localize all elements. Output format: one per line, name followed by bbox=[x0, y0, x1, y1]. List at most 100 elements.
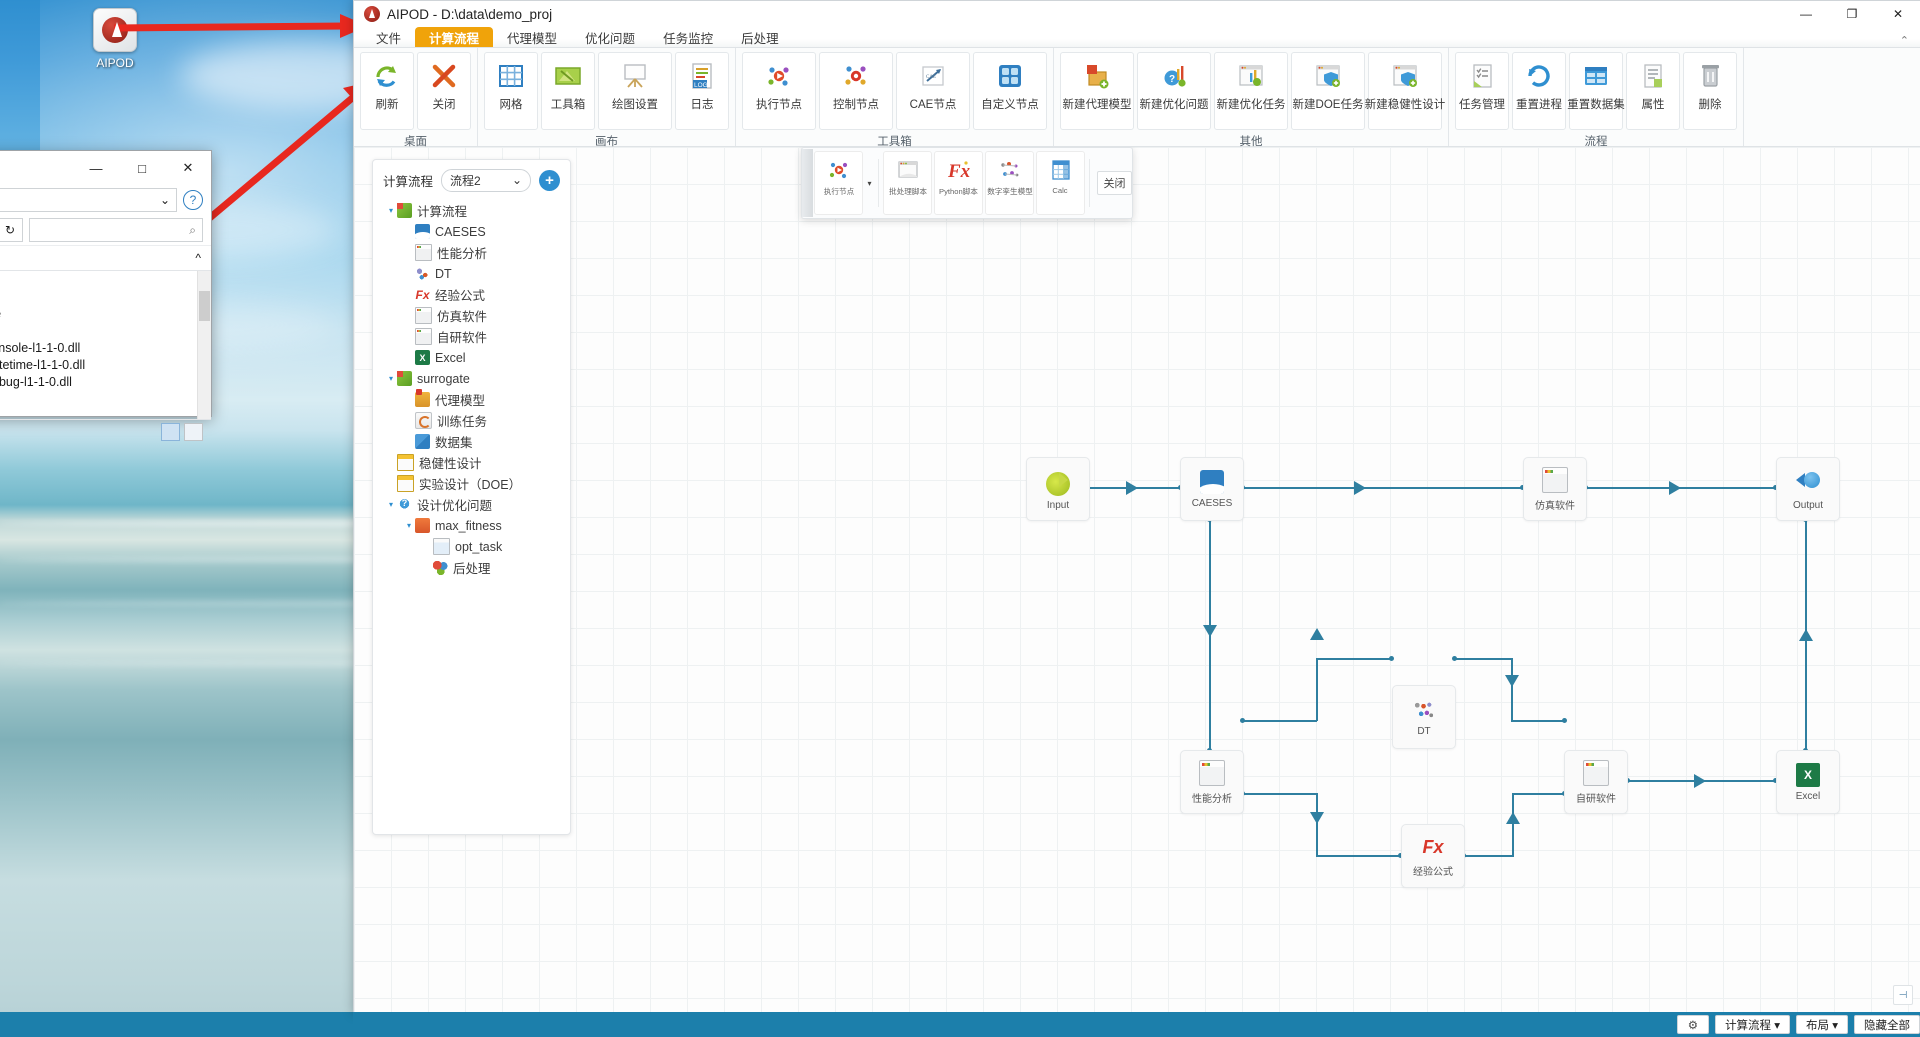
ribbon-button-easel[interactable]: 绘图设置 bbox=[598, 52, 672, 130]
ribbon-button-exec-node[interactable]: 执行节点 bbox=[742, 52, 816, 130]
list-item[interactable]: aipod_slave.exe bbox=[0, 288, 211, 305]
list-item-label: api-ms-win-core-debug-l1-1-0.dll bbox=[0, 374, 72, 389]
aipod-logo-icon bbox=[93, 8, 137, 52]
cae-node-icon: CAE bbox=[918, 61, 948, 91]
tab-5[interactable]: 后处理 bbox=[727, 27, 793, 47]
window-icon bbox=[1542, 466, 1568, 493]
file-explorer-window[interactable]: — □ ✕ 于 ⌄ ? ipod ⌄ ↻ ⌕ 名称 ^ aipod.exeaip… bbox=[0, 150, 212, 441]
chevron-up-icon[interactable]: ⌃ bbox=[1888, 34, 1920, 47]
ribbon-button-new-robust-design[interactable]: 新建稳健性设计 bbox=[1365, 52, 1445, 130]
tab-3[interactable]: 优化问题 bbox=[571, 27, 649, 47]
explorer-column-header[interactable]: 名称 ^ bbox=[0, 246, 211, 271]
ribbon-button-label: 关闭 bbox=[432, 99, 456, 111]
flow-node-self[interactable]: 自研软件 bbox=[1564, 750, 1628, 814]
large-icons-view-icon[interactable] bbox=[184, 423, 203, 441]
port-dot bbox=[1562, 718, 1567, 723]
app-close-button[interactable]: ✕ bbox=[1875, 1, 1920, 27]
edge-dt-self-h1 bbox=[1454, 658, 1512, 660]
new-opt-problem-icon: ? bbox=[1159, 61, 1189, 91]
app-minimize-button[interactable]: — bbox=[1783, 1, 1829, 27]
ribbon-button-label: 重置数据集 bbox=[1567, 99, 1625, 111]
list-item[interactable]: api-ms-win-core-datetime-l1-1-0.dll bbox=[0, 356, 211, 373]
ribbon-button-delete[interactable]: 删除 bbox=[1683, 52, 1737, 130]
edge-caeses-sim bbox=[1242, 487, 1523, 489]
list-item[interactable]: api-ms-win-core-console-l1-1-0.dll bbox=[0, 339, 211, 356]
ribbon-button-new-doe-task[interactable]: 新建DOE任务 bbox=[1291, 52, 1365, 130]
ribbon-button-properties[interactable]: 属性 bbox=[1626, 52, 1680, 130]
ribbon-button-close-x[interactable]: 关闭 bbox=[417, 52, 471, 130]
explorer-file-list[interactable]: aipod.exeaipod_slave.exe aipod_uploader.e… bbox=[0, 271, 211, 419]
ribbon-button-task-manager[interactable]: 任务管理 bbox=[1455, 52, 1509, 130]
tab-2[interactable]: 代理模型 bbox=[493, 27, 571, 47]
explorer-scrollbar-thumb[interactable] bbox=[199, 291, 210, 321]
list-item[interactable]: aipod.exe bbox=[0, 271, 211, 288]
explorer-address-bar: 于 ⌄ ? bbox=[0, 185, 211, 215]
input-icon bbox=[1046, 471, 1070, 496]
app-maximize-button[interactable]: ❐ bbox=[1829, 1, 1875, 27]
ribbon-button-reset-dataset[interactable]: 重置数据集 bbox=[1567, 52, 1625, 130]
ribbon-button-new-surrogate[interactable]: 新建代理模型 bbox=[1060, 52, 1134, 130]
tab-4[interactable]: 任务监控 bbox=[649, 27, 727, 47]
tab-1[interactable]: 计算流程 bbox=[415, 27, 494, 47]
explorer-search-input[interactable]: ⌕ bbox=[29, 218, 203, 242]
details-view-icon[interactable] bbox=[161, 423, 180, 441]
ribbon-button-toolbox[interactable]: 工具箱 bbox=[541, 52, 595, 130]
edge-dt-self-h2 bbox=[1511, 720, 1566, 722]
ribbon-button-grid[interactable]: 网格 bbox=[484, 52, 538, 130]
ribbon-button-custom-node[interactable]: 自定义节点 bbox=[973, 52, 1047, 130]
collapse-panel-button[interactable]: ⊣ bbox=[1893, 985, 1913, 1005]
explorer-refresh-button[interactable]: ↻ bbox=[0, 218, 23, 242]
flow-selector-button[interactable]: 计算流程 ▾ bbox=[1715, 1015, 1791, 1034]
help-icon[interactable]: ? bbox=[183, 190, 203, 210]
layout-button[interactable]: 布局 ▾ bbox=[1796, 1015, 1848, 1034]
dt-icon bbox=[1412, 697, 1436, 722]
ribbon-group-items: 新建代理模型? 新建优化问题 新建优化任务 新建DOE任务 新建稳健性设计 bbox=[1054, 48, 1448, 134]
list-item[interactable]: api-ms-win-core-debug-l1-1-0.dll bbox=[0, 373, 211, 390]
explorer-scrollbar[interactable] bbox=[197, 271, 211, 419]
list-item[interactable]: aipod_window.exe bbox=[0, 322, 211, 339]
ribbon-button-log[interactable]: LOG 日志 bbox=[675, 52, 729, 130]
port-dot bbox=[1240, 718, 1245, 723]
app-status-bar: ⚙ 计算流程 ▾ 布局 ▾ 隐藏全部 bbox=[353, 1012, 1920, 1037]
explorer-close-button[interactable]: ✕ bbox=[165, 153, 211, 183]
settings-gear-button[interactable]: ⚙ bbox=[1676, 1015, 1710, 1034]
flow-node-caeses[interactable]: CAESES bbox=[1180, 457, 1244, 521]
port-dot bbox=[1452, 656, 1457, 661]
ribbon-group-items: 网格 工具箱 绘图设置 LOG 日志 bbox=[478, 48, 735, 134]
explorer-maximize-button[interactable]: □ bbox=[119, 153, 165, 183]
flow-node-label: Input bbox=[1046, 499, 1070, 511]
easel-icon bbox=[620, 61, 650, 91]
ribbon-button-new-opt-problem[interactable]: ? 新建优化问题 bbox=[1137, 52, 1211, 130]
explorer-address-input[interactable]: 于 ⌄ bbox=[0, 188, 177, 212]
ribbon-button-refresh[interactable]: 刷新 bbox=[360, 52, 414, 130]
edge-perf-dt-h1 bbox=[1242, 720, 1317, 722]
flow-node-perf[interactable]: 性能分析 bbox=[1180, 750, 1244, 814]
tab-0[interactable]: 文件 bbox=[362, 27, 415, 47]
aipod-main-window: AIPOD - D:\data\demo_proj — ❐ ✕ 文件 计算流程 代理… bbox=[353, 0, 1920, 1014]
properties-icon bbox=[1638, 61, 1668, 91]
ribbon-button-cae-node[interactable]: CAE CAE节点 bbox=[896, 52, 970, 130]
chevron-up-icon: ^ bbox=[195, 251, 201, 265]
flow-node-formula[interactable]: Fx 经验公式 bbox=[1401, 824, 1465, 888]
desktop-taskbar-strip bbox=[0, 1012, 353, 1037]
chevron-down-icon[interactable]: ⌄ bbox=[160, 193, 170, 207]
ribbon-button-label: 执行节点 bbox=[756, 99, 802, 111]
flow-node-dt[interactable]: DT bbox=[1392, 685, 1456, 749]
grid-icon bbox=[496, 61, 526, 91]
list-item[interactable]: aipod_uploader.exe bbox=[0, 305, 211, 322]
ribbon-button-reset-process[interactable]: 重置进程 bbox=[1512, 52, 1566, 130]
flow-node-sim[interactable]: 仿真软件 bbox=[1523, 457, 1587, 521]
ribbon-button-new-opt-task[interactable]: 新建优化任务 bbox=[1214, 52, 1288, 130]
aipod-desktop-icon[interactable]: AIPOD bbox=[72, 8, 158, 70]
explorer-minimize-button[interactable]: — bbox=[73, 153, 119, 183]
flow-node-output[interactable]: Output bbox=[1776, 457, 1840, 521]
ribbon-group-1: 网格 工具箱 绘图设置 LOG 日志 画布 bbox=[478, 48, 736, 148]
flow-node-excel[interactable]: X Excel bbox=[1776, 750, 1840, 814]
ribbon-button-control-node[interactable]: 控制节点 bbox=[819, 52, 893, 130]
explorer-status-bar bbox=[0, 419, 211, 444]
refresh-icon bbox=[372, 61, 402, 91]
flow-node-input[interactable]: Input bbox=[1026, 457, 1090, 521]
hide-all-button[interactable]: 隐藏全部 bbox=[1854, 1015, 1920, 1034]
ribbon-group-4: 任务管理 重置进程 重置数据集 属性 删除 流程 bbox=[1449, 48, 1744, 148]
new-surrogate-icon bbox=[1082, 61, 1112, 91]
